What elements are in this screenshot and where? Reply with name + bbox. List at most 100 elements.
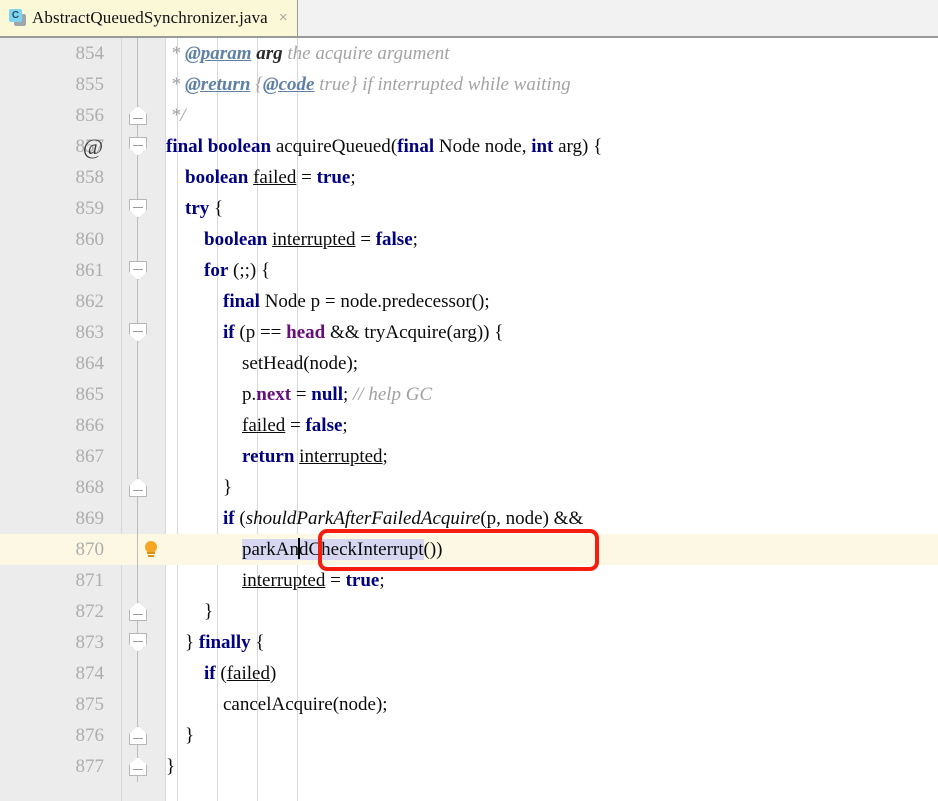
line-number: 868 <box>75 477 105 498</box>
code-text: try { <box>185 198 224 219</box>
fold-marker-up[interactable] <box>128 596 148 627</box>
fold-marker-up[interactable] <box>128 751 148 782</box>
fold-connector <box>128 224 148 255</box>
fold-connector <box>128 503 148 534</box>
code-text: * @param arg the acquire argument <box>166 43 450 64</box>
fold-marker-down[interactable] <box>128 255 148 286</box>
code-line-867[interactable]: 867 return interrupted; <box>0 441 938 472</box>
fold-connector <box>128 69 148 100</box>
code-text: } <box>166 725 195 746</box>
code-text: * @return {@code true} if interrupted wh… <box>166 74 571 95</box>
fold-connector <box>128 38 148 69</box>
code-text: setHead(node); <box>242 353 359 374</box>
code-line-858[interactable]: 858 boolean failed = true; <box>0 162 938 193</box>
fold-marker-down[interactable] <box>128 193 148 224</box>
code-line-864[interactable]: 864 setHead(node); <box>0 348 938 379</box>
fold-connector <box>128 162 148 193</box>
code-line-876[interactable]: 876 } <box>0 720 938 751</box>
code-text: if (shouldParkAfterFailedAcquire(p, node… <box>223 508 584 529</box>
code-line-869[interactable]: 869 if (shouldParkAfterFailedAcquire(p, … <box>0 503 938 534</box>
code-text: return interrupted; <box>242 446 388 467</box>
close-icon[interactable]: × <box>279 10 288 25</box>
fold-connector <box>128 410 148 441</box>
editor-tab-label: AbstractQueuedSynchronizer.java <box>32 7 268 27</box>
fold-marker-down[interactable] <box>128 131 148 162</box>
code-lines: 854 * @param arg the acquire argument 855… <box>0 38 938 782</box>
code-line-856[interactable]: 856 */ <box>0 100 938 131</box>
line-number: 861 <box>75 260 105 281</box>
code-text: interrupted = true; <box>242 570 385 591</box>
line-number: 869 <box>75 508 105 529</box>
lightbulb-intention-icon[interactable] <box>142 541 160 559</box>
line-number: 862 <box>75 291 105 312</box>
code-line-874[interactable]: 874 if (failed) <box>0 658 938 689</box>
code-line-854[interactable]: 854 * @param arg the acquire argument <box>0 38 938 69</box>
fold-connector <box>128 286 148 317</box>
ide-window: C AbstractQueuedSynchronizer.java × 854 … <box>0 0 938 801</box>
fold-connector <box>128 565 148 596</box>
line-number: 877 <box>75 756 105 777</box>
editor-tab-bar: C AbstractQueuedSynchronizer.java × <box>0 0 938 38</box>
code-text: if (failed) <box>204 663 277 684</box>
line-number: 867 <box>75 446 105 467</box>
line-number: 858 <box>75 167 105 188</box>
code-line-870[interactable]: 870 parkAndCheckInterrupt()) <box>0 534 938 565</box>
fold-marker-up[interactable] <box>128 720 148 751</box>
code-line-875[interactable]: 875 cancelAcquire(node); <box>0 689 938 720</box>
code-line-877[interactable]: 877} <box>0 751 938 782</box>
code-line-866[interactable]: 866 failed = false; <box>0 410 938 441</box>
fold-connector <box>128 689 148 720</box>
code-text: } <box>166 756 176 777</box>
code-text: cancelAcquire(node); <box>223 694 388 715</box>
line-number: 874 <box>75 663 105 684</box>
fold-connector <box>128 658 148 689</box>
fold-connector <box>128 379 148 410</box>
line-number: 855 <box>75 74 105 95</box>
code-text: parkAndCheckInterrupt()) <box>242 538 443 560</box>
code-text: final Node p = node.predecessor(); <box>223 291 490 312</box>
line-number: 860 <box>75 229 105 250</box>
line-number: 854 <box>75 43 105 64</box>
code-text: p.next = null; // help GC <box>242 384 433 405</box>
code-line-855[interactable]: 855 * @return {@code true} if interrupte… <box>0 69 938 100</box>
code-text: for (;;) { <box>204 260 271 281</box>
fold-marker-up[interactable] <box>128 100 148 131</box>
code-text: } <box>166 601 214 622</box>
code-line-860[interactable]: 860 boolean interrupted = false; <box>0 224 938 255</box>
code-text: } <box>166 477 233 498</box>
java-class-icon-letter: C <box>9 9 22 22</box>
line-number: 863 <box>75 322 105 343</box>
code-text: */ <box>166 105 186 126</box>
fold-connector <box>128 441 148 472</box>
code-text: final boolean acquireQueued(final Node n… <box>166 136 603 157</box>
line-number: 859 <box>75 198 105 219</box>
code-line-862[interactable]: 862 final Node p = node.predecessor(); <box>0 286 938 317</box>
code-text: boolean interrupted = false; <box>204 229 418 250</box>
editor-tab-abstractqueuedsynchronizer[interactable]: C AbstractQueuedSynchronizer.java × <box>0 0 298 36</box>
code-text: failed = false; <box>242 415 348 436</box>
line-number: 870 <box>75 539 105 560</box>
fold-marker-down[interactable] <box>128 627 148 658</box>
java-class-icon: C <box>9 9 26 26</box>
fold-marker-up[interactable] <box>128 472 148 503</box>
line-number: 873 <box>75 632 105 653</box>
code-text: if (p == head && tryAcquire(arg)) { <box>223 322 504 343</box>
code-line-868[interactable]: 868 } <box>0 472 938 503</box>
code-line-872[interactable]: 872 } <box>0 596 938 627</box>
code-line-863[interactable]: 863 if (p == head && tryAcquire(arg)) { <box>0 317 938 348</box>
line-number: 871 <box>75 570 105 591</box>
code-line-861[interactable]: 861 for (;;) { <box>0 255 938 286</box>
line-number: 865 <box>75 384 105 405</box>
code-line-871[interactable]: 871 interrupted = true; <box>0 565 938 596</box>
fold-marker-down[interactable] <box>128 317 148 348</box>
code-line-857[interactable]: 857 @ final boolean acquireQueued(final No… <box>0 131 938 162</box>
code-line-873[interactable]: 873 } finally { <box>0 627 938 658</box>
code-text: boolean failed = true; <box>185 167 356 188</box>
code-line-865[interactable]: 865 p.next = null; // help GC <box>0 379 938 410</box>
code-line-859[interactable]: 859 try { <box>0 193 938 224</box>
annotation-at-icon[interactable]: @ <box>80 131 106 162</box>
line-number: 872 <box>75 601 105 622</box>
line-number: 866 <box>75 415 105 436</box>
line-number: 864 <box>75 353 105 374</box>
code-editor[interactable]: 854 * @param arg the acquire argument 855… <box>0 38 938 801</box>
